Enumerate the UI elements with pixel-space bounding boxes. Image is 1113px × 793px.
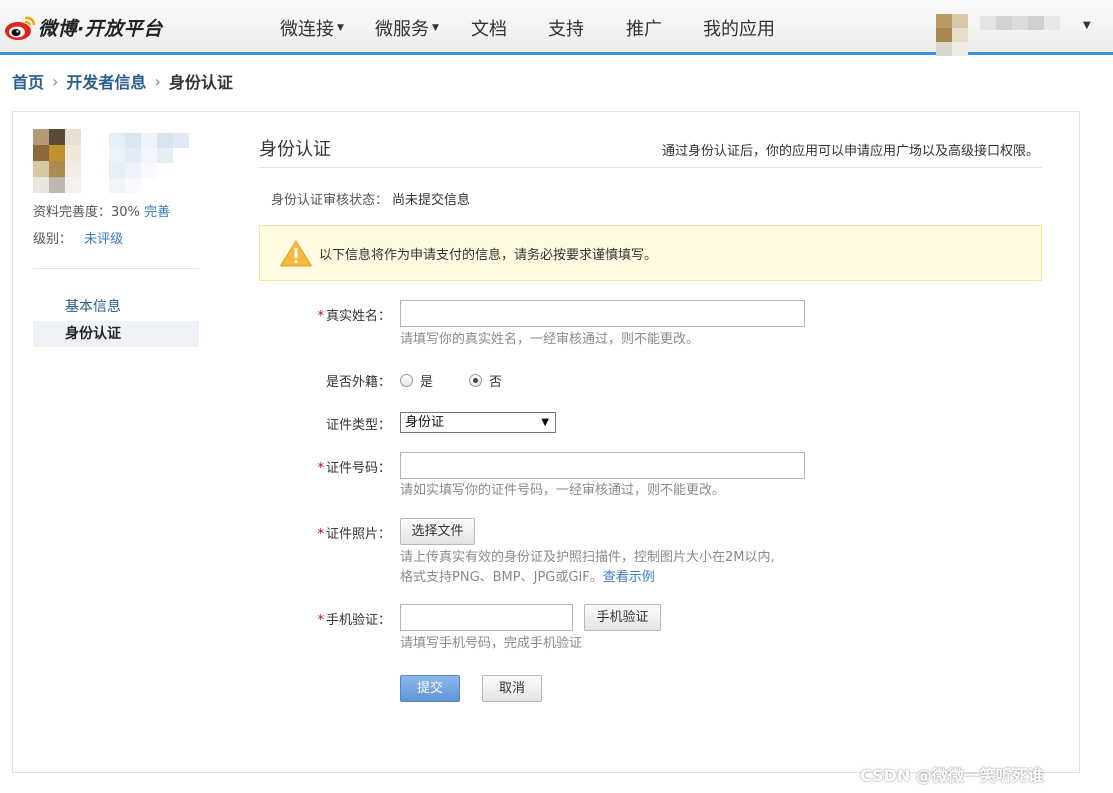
breadcrumb-home[interactable]: 首页 (12, 69, 44, 93)
user-name-blurred (980, 16, 1060, 30)
logo-text: 微博·开放平台 (38, 17, 163, 40)
phone-verify-button[interactable]: 手机验证 (584, 604, 661, 631)
breadcrumb-developer-info[interactable]: 开发者信息 (66, 69, 146, 93)
breadcrumb-current: 身份认证 (168, 73, 233, 92)
completeness-label: 资料完善度： (33, 205, 112, 220)
id-number-help: 请如实填写你的证件号码，一经审核通过，则不能更改。 (400, 483, 726, 498)
real-name-label: * 真实姓名： (261, 305, 391, 324)
weibo-open-platform-logo[interactable]: 微博·开放平台 (4, 11, 163, 43)
id-type-select[interactable]: 身份证 ▼ (400, 412, 556, 433)
phone-label-text: 手机验证： (325, 613, 391, 628)
nav-item-label: 微连接 (280, 18, 334, 40)
page-title: 身份认证 (259, 139, 331, 160)
level-value-link[interactable]: 未评级 (84, 232, 123, 247)
warning-icon (280, 240, 312, 267)
weibo-eye-icon (5, 16, 36, 40)
nav-item-promotion[interactable]: 推广 (626, 15, 703, 41)
sidebar-item-identity-verification[interactable]: 身份认证 (33, 321, 199, 347)
level-label: 级别： (33, 232, 73, 247)
choose-file-button[interactable]: 选择文件 (400, 518, 475, 545)
content-panel: 资料完善度：30% 完善 级别： 未评级 基本信息 身份认证 身份认证 通过身份… (12, 111, 1080, 773)
id-photo-help-text: 格式支持PNG、BMP、JPG或GIF。 (400, 570, 603, 585)
id-number-input[interactable] (400, 452, 805, 479)
completeness-value: 30% (111, 205, 140, 220)
nav-item-wei-connect[interactable]: 微连接 ▼ (280, 15, 375, 41)
id-photo-label-text: 证件照片： (325, 527, 391, 542)
nav-item-docs[interactable]: 文档 (471, 15, 548, 41)
user-menu[interactable] (930, 0, 1100, 56)
cancel-button[interactable]: 取消 (482, 675, 542, 702)
phone-help: 请填写手机号码，完成手机验证 (400, 636, 583, 651)
nav-item-support[interactable]: 支持 (548, 15, 626, 41)
foreign-yes-label[interactable]: 是 (420, 371, 433, 390)
nav-item-label: 微服务 (375, 18, 429, 40)
profile-completeness: 资料完善度：30% 完善 (33, 201, 170, 220)
dropdown-arrow-icon: ▼ (541, 417, 549, 428)
real-name-input[interactable] (400, 300, 805, 327)
status-value: 尚未提交信息 (392, 193, 471, 208)
page-hint: 通过身份认证后，你的应用可以申请应用广场以及高级接口权限。 (661, 144, 1039, 159)
complete-profile-link[interactable]: 完善 (144, 205, 170, 220)
nav-item-label: 我的应用 (703, 18, 775, 40)
foreign-radio-group: 是 否 (400, 371, 538, 390)
foreign-label: 是否外籍： (325, 375, 391, 390)
required-marker: * (317, 309, 324, 324)
warning-notice: 以下信息将作为申请支付的信息，请务必按要求谨慎填写。 (259, 225, 1042, 281)
submit-button[interactable]: 提交 (400, 675, 460, 702)
foreign-no-label[interactable]: 否 (489, 371, 502, 390)
nav-item-my-apps[interactable]: 我的应用 (703, 15, 793, 41)
id-number-label: * 证件号码： (261, 457, 391, 476)
nav-item-label: 支持 (548, 18, 584, 40)
user-menu-caret-icon[interactable]: ▼ (1083, 20, 1091, 31)
breadcrumb-separator-icon: › (154, 71, 161, 91)
id-type-label: 证件类型： (325, 418, 391, 433)
foreign-yes-radio[interactable] (400, 374, 413, 387)
real-name-label-text: 真实姓名： (325, 309, 391, 324)
view-example-link[interactable]: 查看示例 (603, 570, 655, 585)
id-photo-help-line1: 请上传真实有效的身份证及护照扫描件，控制图片大小在2M以内, (400, 550, 775, 565)
required-marker: * (317, 613, 324, 628)
breadcrumb-separator-icon: › (52, 71, 59, 91)
csdn-watermark: CSDN @微微一笑听死谁 (860, 766, 1044, 785)
developer-level: 级别： 未评级 (33, 228, 123, 247)
caret-down-icon: ▼ (432, 22, 439, 33)
sidebar-item-basic-info[interactable]: 基本信息 (33, 294, 199, 320)
nav-item-label: 文档 (471, 18, 507, 40)
foreign-no-radio[interactable] (469, 374, 483, 387)
real-name-help: 请填写你的真实姓名，一经审核通过，则不能更改。 (400, 332, 700, 347)
nav-item-label: 推广 (626, 18, 662, 40)
notice-text: 以下信息将作为申请支付的信息，请务必按要求谨慎填写。 (319, 248, 658, 263)
caret-down-icon: ▼ (337, 22, 344, 33)
top-navigation-bar: 微博·开放平台 微连接 ▼ 微服务 ▼ 文档 支持 推广 我的应用 ▼ (0, 0, 1113, 56)
status-label: 身份认证审核状态： (271, 193, 389, 208)
developer-avatar-blurred (33, 129, 193, 201)
main-nav: 微连接 ▼ 微服务 ▼ 文档 支持 推广 我的应用 (280, 0, 793, 55)
id-photo-label: * 证件照片： (261, 523, 391, 542)
nav-item-wei-service[interactable]: 微服务 ▼ (375, 15, 471, 41)
phone-label: * 手机验证： (261, 609, 391, 628)
id-photo-help-line2: 格式支持PNG、BMP、JPG或GIF。查看示例 (400, 568, 655, 588)
id-number-label-text: 证件号码： (325, 461, 391, 476)
sidebar-divider (33, 268, 199, 269)
required-marker: * (317, 461, 324, 476)
user-avatar-blurred (936, 14, 968, 56)
title-divider (259, 167, 1042, 168)
verification-status: 身份认证审核状态： 尚未提交信息 (271, 189, 470, 208)
breadcrumb: 首页 › 开发者信息 › 身份认证 (12, 69, 233, 93)
required-marker: * (317, 527, 324, 542)
id-type-selected-value: 身份证 (405, 415, 445, 430)
phone-input[interactable] (400, 604, 573, 631)
